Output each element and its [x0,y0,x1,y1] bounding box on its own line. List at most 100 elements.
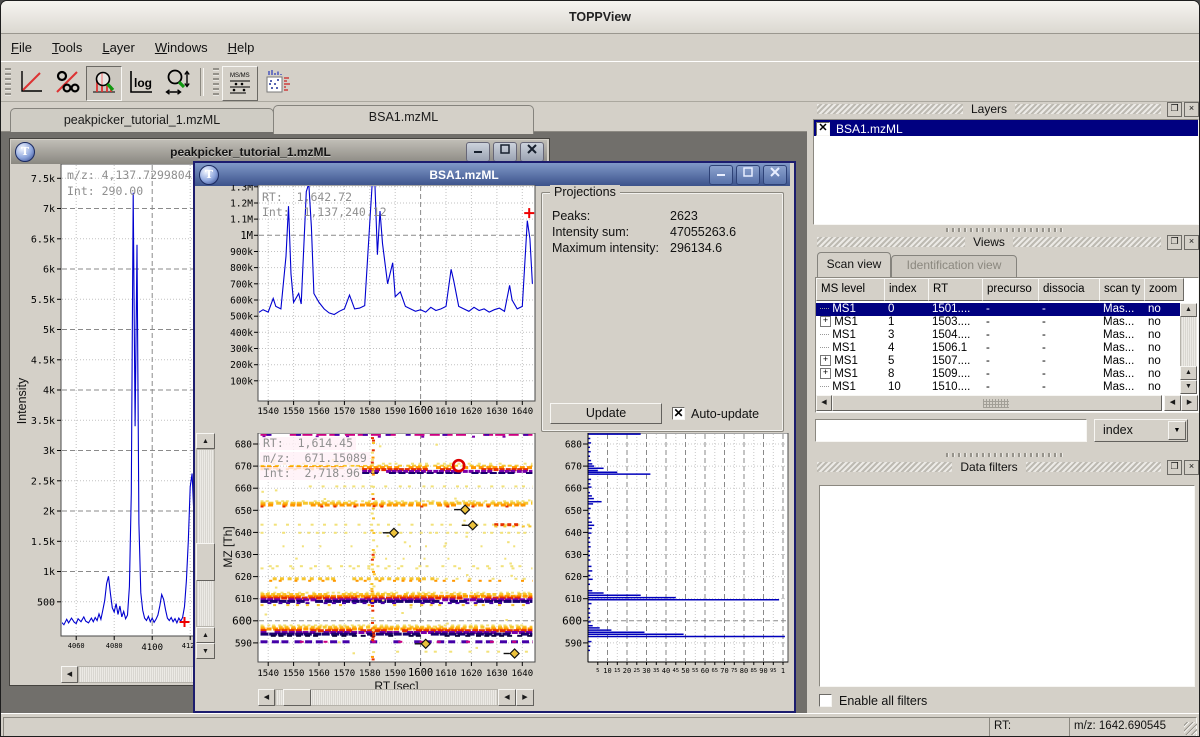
dock-close-icon[interactable]: × [1184,102,1199,117]
scrollbar-thumb[interactable] [832,395,1162,411]
svg-text:610: 610 [235,594,252,605]
scroll-down-button[interactable]: ▼ [196,643,215,659]
svg-text:640: 640 [235,528,252,539]
window-bsa1[interactable]: T BSA1.mzML 100k200k300k400k500k600k700k… [193,161,796,713]
dock-float-icon[interactable]: ❐ [1167,235,1182,250]
toolbar-handle[interactable] [213,68,219,96]
menu-file[interactable]: File [1,35,42,59]
scroll-left-button[interactable]: ◀ [61,666,78,683]
scroll-left-button[interactable]: ◀ [498,689,516,706]
scan-table[interactable]: MS levelindexRTprecursodissociascan tyzo… [815,277,1199,413]
dock-handle[interactable] [817,104,963,114]
filters-dock-titlebar[interactable]: Data filters ❐ × [813,459,1199,475]
dock-float-icon[interactable]: ❐ [1167,460,1182,475]
table-row[interactable]: + MS151507....--Mas...no [816,355,1180,368]
menu-layer[interactable]: Layer [92,35,145,59]
horizontal-scrollbar[interactable]: ◀ ◀ ▶ [258,689,535,706]
dock-handle[interactable] [817,237,965,247]
layers-dock-titlebar[interactable]: Layers ❐ × [813,101,1199,117]
tab-bsa1-mzml[interactable]: BSA1.mzML [273,105,534,134]
scrollbar-track[interactable] [196,449,215,627]
scroll-down-button[interactable]: ▼ [1180,380,1197,394]
enable-all-filters-checkbox[interactable] [819,694,832,707]
zoom-1d-icon[interactable] [160,66,194,100]
minimize-button[interactable] [709,165,733,185]
menu-tools[interactable]: Tools [42,35,92,59]
menu-windows[interactable]: Windows [145,35,218,59]
dock-handle[interactable] [1015,104,1161,114]
dock-splitter-handle[interactable] [946,228,1066,232]
app-titlebar[interactable]: TOPPView [1,1,1199,34]
table-hscrollbar[interactable]: ◀ ◀ ▶ [816,395,1198,411]
intensity-snap-icon[interactable] [86,66,122,101]
intensity-linear-icon[interactable] [14,66,48,100]
scroll-left-button[interactable]: ◀ [816,395,832,411]
combo-dropdown-icon[interactable]: ▼ [1168,421,1186,440]
tab-peakpicker-tutorial-1-mzml[interactable]: peakpicker_tutorial_1.mzML [10,108,274,134]
auto-update-checkbox[interactable]: ✕ [672,407,685,420]
maximize-button[interactable] [493,142,517,162]
maximize-button[interactable] [736,165,760,185]
toolbar-handle[interactable] [5,68,11,96]
close-button[interactable] [520,142,544,162]
scroll-up-button[interactable]: ▲ [1180,366,1197,380]
layer-visible-checkbox[interactable]: ✕ [816,122,830,136]
column-header-index[interactable]: index [884,278,934,301]
update-button[interactable]: Update [550,403,662,424]
intensity-percentage-icon[interactable] [50,66,84,100]
table-row[interactable]: MS101501....--Mas...no [816,303,1180,316]
column-header-rt[interactable]: RT [928,278,988,301]
scroll-up-button[interactable]: ▲ [1180,303,1197,317]
dock-handle[interactable] [1013,237,1161,247]
scrollbar-thumb[interactable] [283,689,311,706]
dock-handle[interactable] [1026,462,1161,472]
scroll-up-button[interactable]: ▲ [196,627,215,643]
scroll-left-button[interactable]: ◀ [1164,395,1181,411]
resize-grip[interactable] [1184,722,1197,735]
svg-text:1570: 1570 [334,407,356,417]
mz-projection-canvas[interactable]: 5906006106206306406506606706805101520253… [545,433,792,679]
column-header-precurso[interactable]: precurso [982,278,1044,301]
expand-icon[interactable]: + [820,316,831,327]
scroll-left-button[interactable]: ◀ [258,689,275,706]
vertical-scrollbar[interactable]: ▲ ▲ ▼ [196,433,215,659]
scan-search-column-combo[interactable]: index ▼ [1094,419,1188,442]
table-row[interactable]: + MS181509....--Mas...no [816,368,1180,381]
table-row[interactable]: + MS111503....--Mas...no [816,316,1180,329]
tab-identification-view[interactable]: Identification view [891,255,1017,278]
ms-ms-view-icon[interactable]: MS/MS [222,66,258,101]
dock-splitter-handle[interactable] [946,453,1066,457]
table-row[interactable]: MS131504....--Mas...no [816,329,1180,342]
close-button[interactable] [763,165,787,185]
table-row[interactable]: MS1101510....--Mas...no [816,381,1180,394]
scrollbar-thumb[interactable] [196,543,215,581]
dock-float-icon[interactable]: ❐ [1167,102,1182,117]
column-header-scan-ty[interactable]: scan ty [1099,278,1150,301]
svg-text:20: 20 [623,667,631,675]
scroll-up-button[interactable]: ▲ [196,433,215,449]
scan-search-input[interactable] [815,419,1087,442]
views-dock-titlebar[interactable]: Views ❐ × [813,234,1199,250]
column-header-zoom[interactable]: zoom [1144,278,1184,301]
expand-icon[interactable]: + [820,355,831,366]
peak-map-canvas[interactable]: 5906006106206306406506606706801540155015… [225,433,537,681]
column-header-dissocia[interactable]: dissocia [1038,278,1105,301]
dock-close-icon[interactable]: × [1184,460,1199,475]
dock-close-icon[interactable]: × [1184,235,1199,250]
menu-help[interactable]: Help [218,35,265,59]
expand-icon[interactable]: + [820,368,831,379]
2d-view-icon[interactable] [260,66,294,100]
table-row[interactable]: MS141506.1--Mas...no [816,342,1180,355]
data-filters-list[interactable] [819,485,1195,687]
dock-handle[interactable] [817,462,952,472]
scroll-right-button[interactable]: ▶ [1181,395,1198,411]
minimize-button[interactable] [466,142,490,162]
intensity-log-icon[interactable]: log [124,66,158,100]
tab-scan-view[interactable]: Scan view [817,252,891,277]
layer-item[interactable]: ✕BSA1.mzML [814,120,1198,136]
window-bsa1-titlebar[interactable]: T BSA1.mzML [195,163,790,186]
scroll-right-button[interactable]: ▶ [516,689,534,706]
rt-projection-canvas[interactable]: 100k200k300k400k500k600k700k800k900k1M1.… [205,185,538,417]
column-header-ms-level[interactable]: MS level [816,278,890,301]
layers-list[interactable]: ✕BSA1.mzML [813,119,1199,225]
